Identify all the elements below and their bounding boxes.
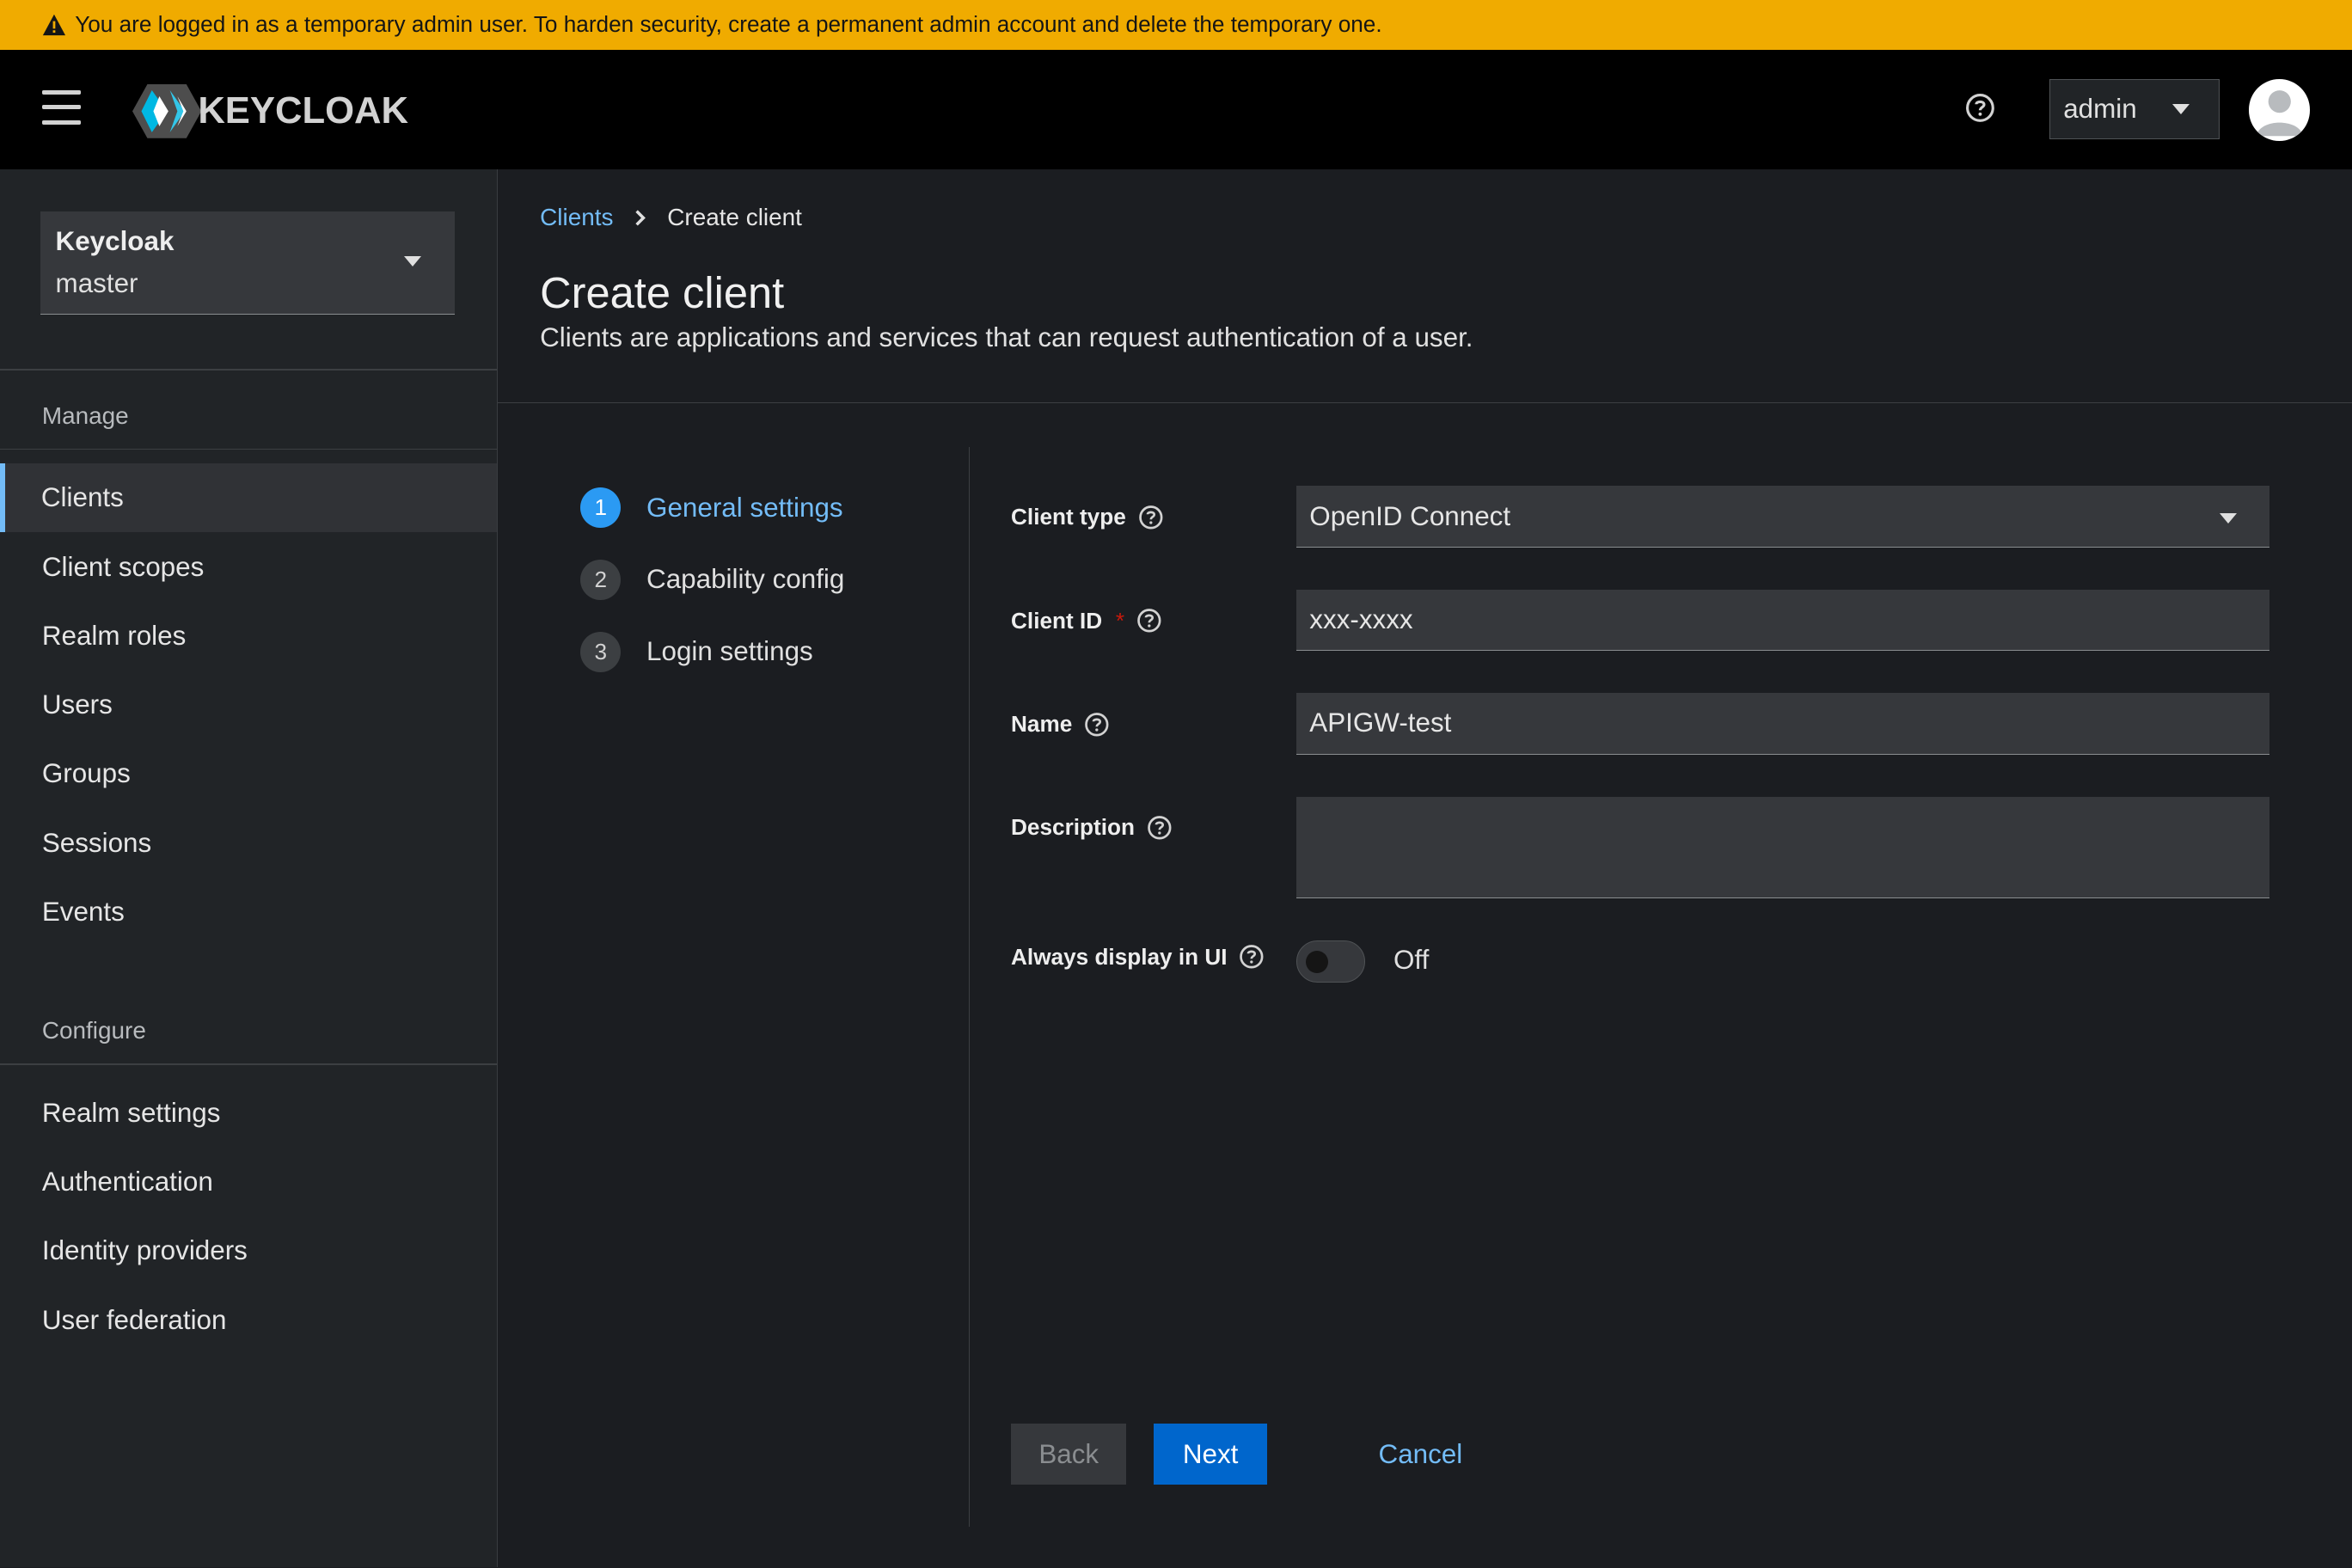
required-asterisk: * <box>1115 607 1125 634</box>
wizard-step-general-settings[interactable]: 1 General settings <box>580 487 843 529</box>
wizard-step-capability-config[interactable]: 2 Capability config <box>580 559 845 600</box>
sidebar-item-realm-settings[interactable]: Realm settings <box>0 1079 497 1148</box>
step-label: Login settings <box>646 636 813 667</box>
sidebar: Keycloak master Manage Clients Client sc… <box>0 169 498 1568</box>
realm-label: Keycloak <box>55 226 175 257</box>
avatar[interactable] <box>2248 79 2311 141</box>
hamburger-menu-button[interactable] <box>41 89 82 126</box>
banner-text: You are logged in as a temporary admin u… <box>75 11 1382 38</box>
client-id-input[interactable]: xxx-xxxx <box>1295 589 2270 652</box>
keycloak-logo-icon <box>132 83 201 138</box>
divider <box>0 448 497 450</box>
name-label: Name <box>1011 711 1110 738</box>
toggle-knob <box>1306 950 1329 973</box>
next-button[interactable]: Next <box>1153 1423 1268 1485</box>
divider <box>498 401 2352 404</box>
client-type-select[interactable]: OpenID Connect <box>1295 486 2270 548</box>
always-display-state: Off <box>1393 945 1430 976</box>
caret-down-icon <box>404 256 422 267</box>
sidebar-item-clients[interactable]: Clients <box>0 463 497 533</box>
step-label: General settings <box>646 492 843 523</box>
caret-down-icon <box>2219 512 2237 524</box>
help-icon[interactable] <box>1239 944 1265 970</box>
user-avatar-icon <box>2256 90 2303 137</box>
cancel-button[interactable]: Cancel <box>1361 1424 1481 1485</box>
client-type-value: OpenID Connect <box>1309 500 1511 531</box>
help-icon[interactable] <box>1138 505 1164 530</box>
sidebar-item-user-federation[interactable]: User federation <box>0 1285 497 1354</box>
wizard-step-login-settings[interactable]: 3 Login settings <box>580 631 813 672</box>
sidebar-item-events[interactable]: Events <box>0 878 497 946</box>
divider <box>0 369 497 371</box>
help-icon[interactable] <box>1147 815 1173 841</box>
sidebar-item-groups[interactable]: Groups <box>0 739 497 808</box>
sidebar-item-identity-providers[interactable]: Identity providers <box>0 1216 497 1285</box>
step-number: 3 <box>580 631 622 672</box>
client-type-label: Client type <box>1011 504 1163 530</box>
page-title: Create client <box>540 267 785 317</box>
client-id-value: xxx-xxxx <box>1309 604 1413 634</box>
name-input[interactable]: APIGW-test <box>1295 693 2270 755</box>
user-dropdown[interactable]: admin <box>2049 79 2220 140</box>
temporary-admin-banner: You are logged in as a temporary admin u… <box>0 0 2352 50</box>
logo-text: KEYCLOAK <box>198 89 409 132</box>
warning-icon <box>42 14 65 35</box>
sidebar-item-realm-roles[interactable]: Realm roles <box>0 602 497 671</box>
realm-selector[interactable]: Keycloak master <box>40 211 455 315</box>
sidebar-item-client-scopes[interactable]: Client scopes <box>0 532 497 601</box>
realm-value: master <box>55 268 138 299</box>
help-icon[interactable] <box>1084 712 1110 738</box>
back-button[interactable]: Back <box>1011 1423 1127 1485</box>
name-value: APIGW-test <box>1309 707 1452 738</box>
description-label: Description <box>1011 814 1173 841</box>
always-display-toggle[interactable] <box>1295 940 1365 983</box>
help-icon[interactable] <box>1136 608 1162 634</box>
step-number: 2 <box>580 559 622 600</box>
client-type-label-text: Client type <box>1011 504 1126 530</box>
main-content: Clients Create client Create client Clie… <box>498 169 2352 1567</box>
caret-down-icon <box>2171 104 2190 115</box>
breadcrumb-clients-link[interactable]: Clients <box>540 204 613 231</box>
step-label: Capability config <box>646 564 845 595</box>
wizard-steps: 1 General settings 2 Capability config 3… <box>498 446 971 1528</box>
page-subtitle: Clients are applications and services th… <box>540 322 1473 353</box>
divider <box>0 1063 497 1065</box>
step-number: 1 <box>580 487 622 529</box>
masthead: KEYCLOAK admin <box>0 49 2352 170</box>
sidebar-item-authentication[interactable]: Authentication <box>0 1148 497 1216</box>
nav-section-manage: Manage <box>41 401 129 429</box>
breadcrumb: Clients Create client <box>540 204 802 231</box>
nav-section-configure: Configure <box>41 1017 146 1044</box>
description-textarea[interactable] <box>1295 796 2270 899</box>
keycloak-logo[interactable]: KEYCLOAK <box>132 83 409 138</box>
help-icon[interactable] <box>1965 93 1995 123</box>
client-id-label-text: Client ID <box>1011 607 1103 634</box>
user-name: admin <box>2063 94 2137 125</box>
description-label-text: Description <box>1011 814 1135 841</box>
breadcrumb-current: Create client <box>667 204 802 231</box>
name-label-text: Name <box>1011 711 1073 738</box>
chevron-right-icon <box>635 210 646 226</box>
always-display-label-text: Always display in UI <box>1011 943 1228 970</box>
client-id-label: Client ID * <box>1011 608 1162 634</box>
sidebar-item-users[interactable]: Users <box>0 671 497 739</box>
sidebar-item-sessions[interactable]: Sessions <box>0 808 497 877</box>
always-display-label: Always display in UI <box>1011 944 1265 971</box>
